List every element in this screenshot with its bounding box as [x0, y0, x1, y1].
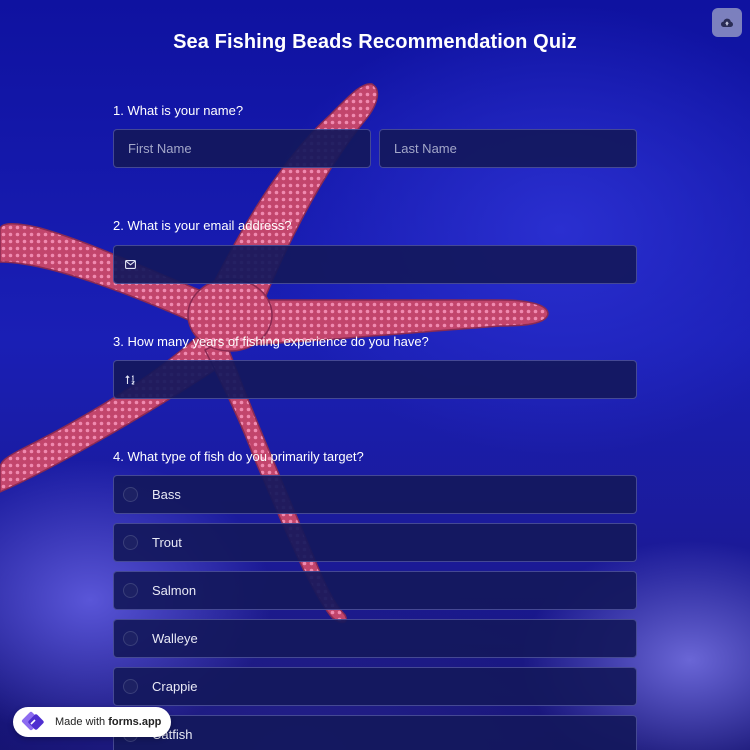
email-field[interactable] [113, 245, 637, 284]
badge-text: Made with forms.app [55, 716, 161, 728]
badge-brand: forms.app [108, 716, 162, 728]
option-walleye[interactable]: Walleye [113, 619, 637, 658]
forms-app-logo-icon [21, 711, 44, 731]
last-name-field[interactable]: Last Name [379, 129, 637, 168]
radio-button[interactable] [123, 631, 138, 646]
page-title: Sea Fishing Beads Recommendation Quiz [173, 31, 577, 53]
question-1-label: 1. What is your name? [113, 103, 244, 118]
badge-prefix: Made with [55, 716, 109, 728]
envelope-icon [125, 260, 136, 269]
first-name-field[interactable]: First Name [113, 129, 371, 168]
question-3-label: 3. How many years of fishing experience … [113, 334, 429, 349]
option-crappie[interactable]: Crappie [113, 667, 637, 706]
radio-button[interactable] [123, 487, 138, 502]
cloud-upload-icon [721, 18, 733, 27]
option-label: Crappie [152, 679, 198, 694]
experience-years-field[interactable] [113, 360, 637, 399]
option-label: Trout [152, 535, 182, 550]
option-bass[interactable]: Bass [113, 475, 637, 514]
option-catfish[interactable]: Catfish [113, 715, 637, 750]
question-4-label: 4. What type of fish do you primarily ta… [113, 449, 364, 464]
question-2-label: 2. What is your email address? [113, 218, 292, 233]
option-label: Walleye [152, 631, 198, 646]
option-label: Bass [152, 487, 181, 502]
option-salmon[interactable]: Salmon [113, 571, 637, 610]
radio-button[interactable] [123, 679, 138, 694]
first-name-placeholder: First Name [128, 141, 192, 156]
save-cloud-button[interactable] [712, 8, 742, 37]
number-sort-icon [125, 374, 136, 385]
radio-button[interactable] [123, 583, 138, 598]
last-name-placeholder: Last Name [394, 141, 457, 156]
made-with-forms-app-badge[interactable]: Made with forms.app [13, 707, 171, 737]
option-trout[interactable]: Trout [113, 523, 637, 562]
radio-button[interactable] [123, 535, 138, 550]
option-label: Salmon [152, 583, 197, 598]
